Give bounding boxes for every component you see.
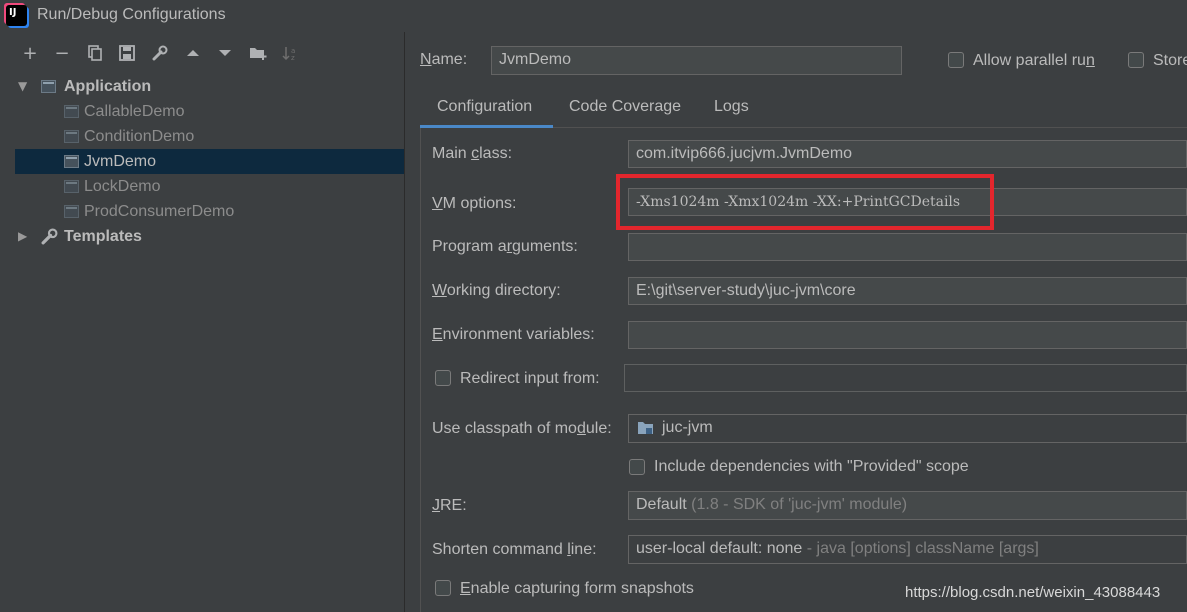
jre-input[interactable]: Default (1.8 - SDK of 'juc-jvm' module): [628, 491, 1187, 520]
tree-item[interactable]: LockDemo: [15, 174, 404, 199]
tree-label: LockDemo: [84, 178, 161, 195]
remove-icon[interactable]: −: [50, 42, 74, 66]
capture-snapshots-label: Enable capturing form snapshots: [460, 580, 694, 597]
run-config-icon: [64, 130, 79, 143]
tree-label: ProdConsumerDemo: [84, 203, 235, 220]
include-dependencies-label: Include dependencies with "Provided" sco…: [654, 458, 969, 475]
store-label: Store: [1153, 52, 1187, 69]
tree-item[interactable]: CallableDemo: [15, 99, 404, 124]
main-class-label: Main class:: [432, 145, 513, 162]
allow-parallel-label: Allow parallel run: [973, 52, 1095, 69]
save-icon[interactable]: [115, 42, 139, 66]
name-label: Name:: [420, 51, 468, 68]
tree-label: Application: [64, 78, 152, 95]
module-folder-icon: [637, 420, 655, 441]
tree-label: ConditionDemo: [84, 128, 195, 145]
expand-arrow-icon[interactable]: ▼: [18, 74, 27, 99]
environment-variables-label: Environment variables:: [432, 326, 595, 343]
tab-logs[interactable]: Logs: [714, 98, 749, 128]
tree-item-selected[interactable]: JvmDemo: [15, 149, 404, 174]
capture-snapshots-checkbox[interactable]: [435, 580, 451, 596]
name-input[interactable]: JvmDemo: [491, 46, 902, 75]
shorten-command-line-label: Shorten command line:: [432, 541, 597, 558]
run-config-icon: [64, 180, 79, 193]
classpath-module-label: Use classpath of module:: [432, 420, 612, 437]
run-config-icon: [64, 205, 79, 218]
main-class-input[interactable]: com.itvip666.jucjvm.JvmDemo: [628, 140, 1187, 168]
move-up-icon[interactable]: [181, 42, 205, 66]
tree-item[interactable]: ProdConsumerDemo: [15, 199, 404, 224]
wrench-icon: [41, 228, 58, 253]
application-icon: [41, 80, 56, 93]
copy-icon[interactable]: [83, 42, 107, 66]
jre-label: JRE:: [432, 497, 467, 514]
working-directory-label: Working directory:: [432, 282, 561, 299]
include-dependencies-checkbox[interactable]: [629, 459, 645, 475]
vm-options-label: VM options:: [432, 195, 517, 212]
tab-code-coverage[interactable]: Code Coverage: [569, 98, 681, 128]
watermark-text: https://blog.csdn.net/weixin_43088443: [905, 584, 1161, 601]
tree-label: JvmDemo: [84, 153, 157, 170]
store-checkbox[interactable]: [1128, 52, 1144, 68]
folder-add-icon[interactable]: [246, 42, 270, 66]
shorten-command-line-select[interactable]: user-local default: none - java [options…: [628, 535, 1187, 564]
window-title: Run/Debug Configurations: [37, 6, 226, 23]
allow-parallel-checkbox[interactable]: [948, 52, 964, 68]
highlight-box: [616, 174, 994, 230]
title-bar: IJ Run/Debug Configurations: [0, 0, 1187, 32]
wrench-icon[interactable]: [148, 42, 172, 66]
redirect-input-field: [624, 364, 1187, 392]
tab-configuration[interactable]: Configuration: [437, 98, 532, 128]
intellij-logo-icon: IJ: [6, 5, 27, 26]
sort-icon[interactable]: az: [278, 42, 302, 66]
redirect-input-label: Redirect input from:: [460, 370, 600, 387]
program-arguments-input[interactable]: [628, 233, 1187, 261]
run-config-icon: [64, 105, 79, 118]
program-arguments-label: Program arguments:: [432, 238, 578, 255]
run-config-icon: [64, 155, 79, 168]
tree-node-application[interactable]: ▼ Application: [15, 74, 404, 99]
svg-text:z: z: [291, 54, 295, 61]
tree-label: CallableDemo: [84, 103, 185, 120]
environment-variables-input[interactable]: [628, 321, 1187, 349]
tree-node-templates[interactable]: ▶ Templates: [15, 224, 404, 249]
move-down-icon[interactable]: [213, 42, 237, 66]
tree-item[interactable]: ConditionDemo: [15, 124, 404, 149]
redirect-input-checkbox[interactable]: [435, 370, 451, 386]
add-icon[interactable]: +: [18, 42, 42, 66]
tree-label: Templates: [64, 228, 142, 245]
classpath-module-select[interactable]: juc-jvm: [628, 414, 1187, 443]
collapse-arrow-icon[interactable]: ▶: [18, 224, 27, 249]
working-directory-input[interactable]: E:\git\server-study\juc-jvm\core: [628, 277, 1187, 305]
